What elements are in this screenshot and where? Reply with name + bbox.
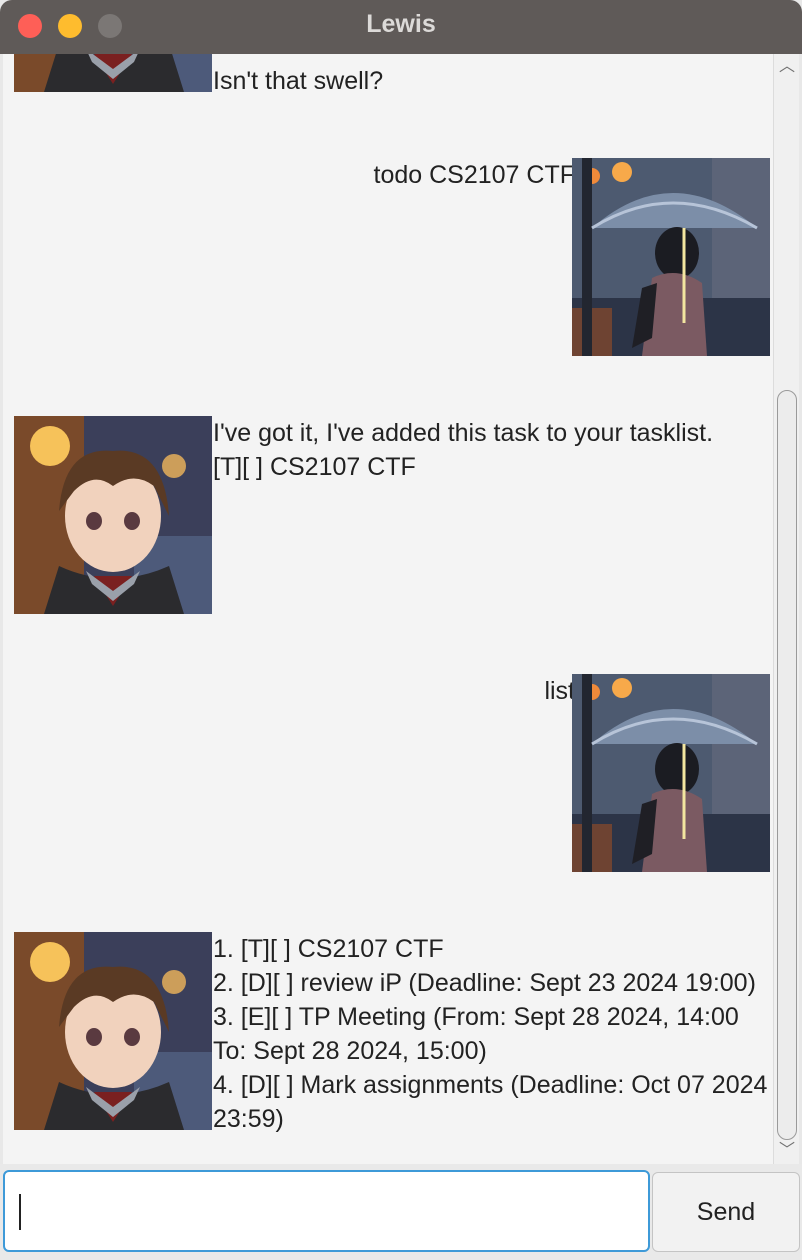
window-title: Lewis: [366, 10, 436, 38]
lewis-avatar: [14, 416, 212, 614]
lewis-avatar: [14, 932, 212, 1130]
user-avatar: [572, 674, 770, 872]
user-message-1: todo CS2107 CTF: [373, 161, 576, 189]
scrollbar-thumb[interactable]: [777, 390, 797, 1140]
scroll-down-icon[interactable]: ﹀: [778, 1142, 796, 1160]
window-titlebar: Lewis: [0, 0, 802, 54]
chat-scroll-area[interactable]: Isn't that swell? todo CS2107 CTF I've g…: [3, 54, 773, 1164]
text-caret: [19, 1194, 21, 1230]
message-input[interactable]: [3, 1170, 650, 1252]
user-message-2: list: [544, 677, 575, 705]
lewis-message-1: Isn't that swell?: [213, 67, 384, 95]
lewis-avatar: [14, 54, 212, 92]
lewis-message-2: I've got it, I've added this task to you…: [213, 419, 714, 481]
vertical-scrollbar[interactable]: ︿ ﹀: [773, 54, 799, 1164]
user-avatar: [572, 158, 770, 356]
lewis-message-3: 1. [T][ ] CS2107 CTF 2. [D][ ] review iP…: [213, 935, 768, 1133]
scroll-up-icon[interactable]: ︿: [778, 58, 796, 76]
send-button[interactable]: Send: [652, 1172, 800, 1252]
